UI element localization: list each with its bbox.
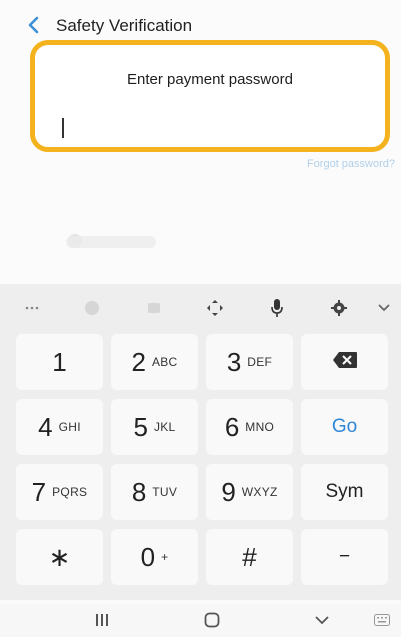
digit-key-0[interactable]: 1 <box>16 334 103 390</box>
key-letters: TUV <box>152 485 178 499</box>
key-digit: 0 <box>140 541 156 572</box>
emoji-icon[interactable] <box>80 296 104 320</box>
back-icon[interactable] <box>22 14 44 36</box>
digit-key-14[interactable]: # <box>206 529 293 585</box>
backspace-key[interactable] <box>301 334 388 390</box>
digit-key-1[interactable]: 2 ABC <box>111 334 198 390</box>
keyboard-icon[interactable] <box>372 610 392 630</box>
key-digit: 5 <box>133 411 148 442</box>
more-icon[interactable] <box>20 296 44 320</box>
key-digit: # <box>242 541 257 572</box>
digit-key-10[interactable]: 9 WXYZ <box>206 464 293 520</box>
key-digit: 2 <box>131 346 146 377</box>
key-letters: JKL <box>153 420 176 434</box>
key-letters: DEF <box>247 355 273 369</box>
digit-key-12[interactable]: ∗ <box>16 529 103 585</box>
minus-label: − <box>338 546 351 567</box>
page-title: Safety Verification <box>56 16 193 35</box>
key-digit: 6 <box>224 411 240 442</box>
sym-label: Sym <box>325 481 364 502</box>
digit-key-6[interactable]: 6 MNO <box>206 399 293 455</box>
faint-placeholder <box>66 236 156 248</box>
sym-key[interactable]: Sym <box>301 464 388 520</box>
key-letters: PQRS <box>52 485 88 499</box>
key-digit: 4 <box>38 411 53 442</box>
numeric-keyboard: 1 2 ABC 3 DEF 4 GHI 5 JKL 6 MNO Go 7 PQRS 8 TUV 9 WXYZ Sym… <box>0 284 401 600</box>
keypad-grid: 1 2 ABC 3 DEF 4 GHI 5 JKL 6 MNO Go 7 PQRS 8 TUV 9 WXYZ Sym… <box>16 334 388 585</box>
password-card[interactable]: Enter payment password <box>30 40 390 152</box>
go-key[interactable]: Go <box>301 399 388 455</box>
backspace-icon <box>332 351 358 374</box>
clipboard-icon[interactable] <box>142 296 166 320</box>
recent-apps-icon[interactable] <box>92 610 112 630</box>
digit-key-4[interactable]: 4 GHI <box>16 399 103 455</box>
back-down-icon[interactable] <box>312 610 332 630</box>
cursor-move-icon[interactable] <box>203 296 227 320</box>
key-digit: 9 <box>221 476 236 507</box>
key-letters: ABC <box>151 355 178 369</box>
settings-icon[interactable] <box>327 296 351 320</box>
key-letters: + <box>161 550 169 564</box>
digit-key-8[interactable]: 7 PQRS <box>16 464 103 520</box>
key-letters: MNO <box>245 420 275 434</box>
key-letters: WXYZ <box>241 485 278 499</box>
key-digit: 7 <box>31 476 47 507</box>
key-letters: GHI <box>58 420 81 434</box>
digit-key-9[interactable]: 8 TUV <box>111 464 198 520</box>
key-digit: 3 <box>226 346 242 377</box>
home-icon[interactable] <box>202 610 222 630</box>
digit-key-13[interactable]: 0 + <box>111 529 198 585</box>
navigation-bar <box>0 604 401 637</box>
key-digit: 8 <box>131 476 147 507</box>
keyboard-toolbar <box>0 284 401 330</box>
forgot-password-link[interactable]: Forgot password? <box>307 158 395 170</box>
key-digit: ∗ <box>48 541 71 572</box>
digit-key-2[interactable]: 3 DEF <box>206 334 293 390</box>
digit-key-5[interactable]: 5 JKL <box>111 399 198 455</box>
password-prompt: Enter payment password <box>127 71 293 88</box>
key-digit: 1 <box>52 346 67 377</box>
go-label: Go <box>331 416 358 437</box>
collapse-icon[interactable] <box>372 296 396 320</box>
minus-key[interactable]: − <box>301 529 388 585</box>
microphone-icon[interactable] <box>265 296 289 320</box>
text-cursor <box>62 118 64 138</box>
